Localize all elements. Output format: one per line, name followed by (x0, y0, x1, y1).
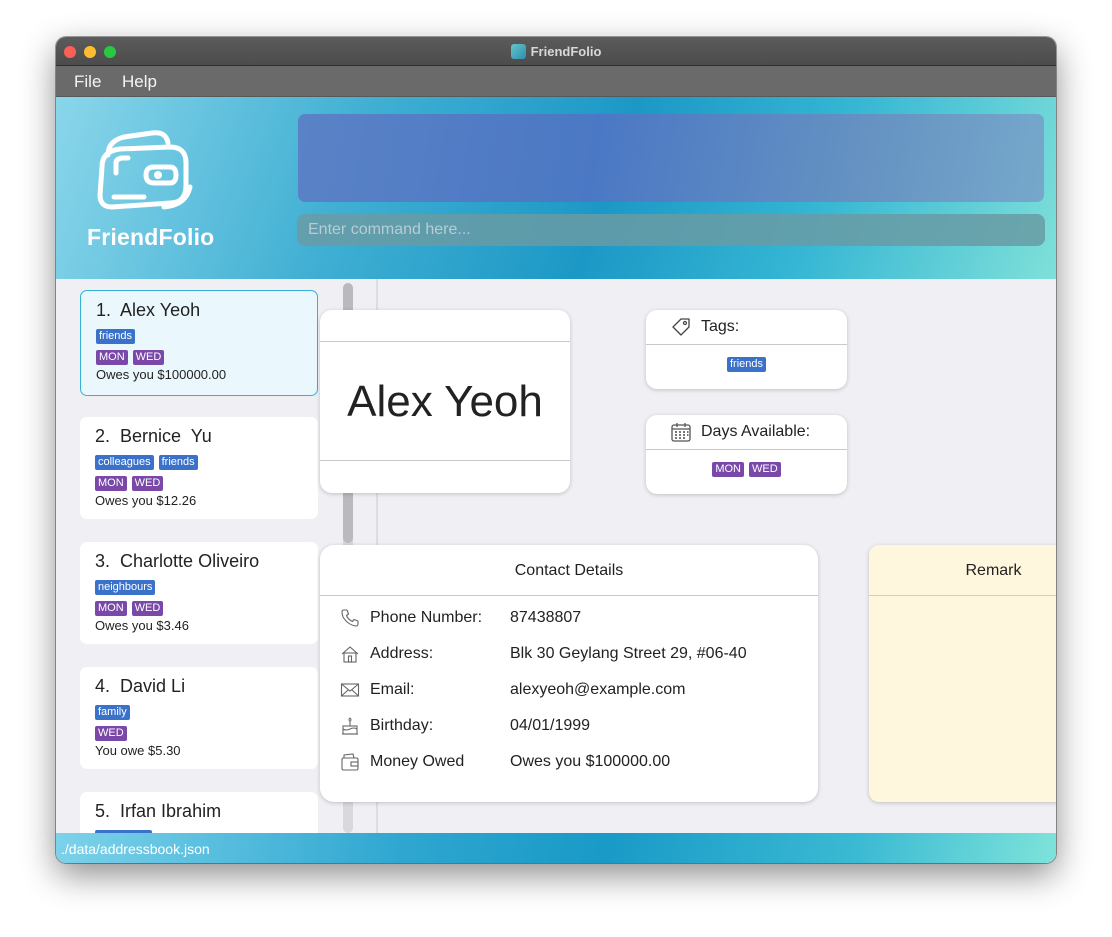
house-icon (341, 646, 359, 663)
tag-icon (672, 318, 690, 336)
phone-label: Phone Number: (370, 609, 483, 626)
cake-icon (342, 717, 358, 735)
person-name: 5. Irfan Ibrahim (95, 801, 222, 821)
day-chip: MON (95, 601, 127, 616)
person-name-card: Alex Yeoh (320, 310, 570, 493)
day-chip: WED (132, 350, 165, 365)
day-chip: WED (95, 726, 127, 741)
person-card-2[interactable]: 2. Bernice Yu colleagues friends MON WED… (80, 417, 318, 519)
logo-text: FriendFolio (87, 224, 215, 250)
birthday-label: Birthday: (370, 717, 434, 734)
window-title: FriendFolio (530, 44, 602, 59)
tag-chip: family (95, 705, 130, 720)
tag-chip: friends (726, 357, 767, 372)
days-label: Days Available: (701, 423, 811, 440)
phone-value: 87438807 (510, 609, 582, 626)
day-chip: WED (131, 601, 164, 616)
tags-card: Tags: friends (646, 310, 847, 389)
header-banner: FriendFolio (56, 97, 1056, 279)
address-label: Address: (370, 645, 434, 662)
person-name: 3. Charlotte Oliveiro (95, 551, 260, 571)
person-card-4[interactable]: 4. David Li family WED You owe $5.30 (80, 667, 318, 769)
title-bar: FriendFolio (56, 37, 1056, 66)
owe-amount: Owes you $3.46 (95, 618, 189, 633)
owe-amount: Owes you $12.26 (95, 493, 197, 508)
email-value: alexyeoh@example.com (510, 681, 686, 698)
tag-chip: friends (158, 455, 198, 470)
remark-card: Remark (869, 545, 1056, 802)
remark-title: Remark (965, 562, 1022, 579)
person-card-1[interactable]: 1. Alex Yeoh friends MON WED Owes you $1… (80, 290, 318, 396)
tag-chip: colleagues (95, 455, 154, 470)
day-chip: MON (96, 350, 128, 365)
address-value: Blk 30 Geylang Street 29, #06-40 (510, 645, 747, 662)
command-input[interactable] (297, 214, 1045, 246)
phone-icon (341, 609, 359, 627)
tags-label: Tags: (701, 318, 740, 335)
money-owed-label: Money Owed (370, 753, 465, 770)
person-name: 1. Alex Yeoh (96, 300, 201, 320)
result-display (298, 114, 1044, 202)
person-name: 4. David Li (95, 676, 186, 696)
detail-name: Alex Yeoh (347, 377, 543, 426)
menu-bar: File Help (56, 66, 1056, 97)
day-chip: WED (749, 462, 781, 477)
person-name: 2. Bernice Yu (95, 426, 212, 446)
day-chip: MON (95, 476, 127, 491)
tag-chip: friends (96, 329, 136, 344)
tag-chip: neighbours (95, 580, 156, 595)
contact-details-title: Contact Details (514, 562, 624, 579)
menu-file[interactable]: File (74, 72, 101, 92)
status-bar: ./data/addressbook.json (56, 833, 1056, 863)
day-chip: MON (712, 462, 744, 477)
days-available-card: Days Available: MON WED (646, 415, 847, 494)
calendar-icon (671, 423, 691, 442)
email-label: Email: (370, 681, 415, 698)
money-owed-value: Owes you $100000.00 (510, 753, 671, 770)
owe-amount: You owe $5.30 (95, 743, 181, 758)
owe-amount: Owes you $100000.00 (96, 367, 227, 382)
contact-details-card: Contact Details Phone Number: 87438807 A… (320, 545, 818, 802)
app-window: FriendFolio File Help FriendFolio 1. Ale… (56, 37, 1056, 863)
wallet-icon (341, 753, 359, 771)
wallet-logo-icon (97, 130, 193, 210)
save-file-path: ./data/addressbook.json (61, 841, 210, 857)
menu-help[interactable]: Help (122, 72, 157, 92)
app-icon (510, 44, 526, 59)
envelope-icon (340, 683, 360, 697)
person-card-5[interactable]: 5. Irfan Ibrahim (80, 792, 318, 833)
day-chip: WED (131, 476, 164, 491)
person-card-3[interactable]: 3. Charlotte Oliveiro neighbours MON WED… (80, 542, 318, 644)
birthday-value: 04/01/1999 (510, 717, 591, 734)
